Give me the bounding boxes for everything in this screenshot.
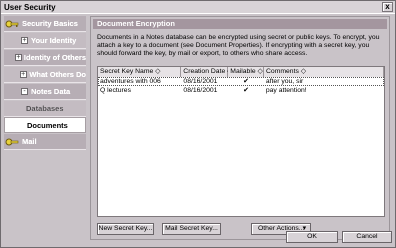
sidebar-item-what-others-do[interactable]: + What Others Do: [4, 67, 86, 83]
panel-description: Documents in a Notes database can be enc…: [97, 34, 380, 57]
panel-title: Document Encryption: [93, 19, 387, 29]
sidebar: Security Basics + Your Identity + Identi…: [4, 16, 86, 244]
column-header-mailable[interactable]: Mailable ◇: [228, 67, 265, 77]
sidebar-item-label: What Others Do: [29, 70, 86, 79]
expand-icon[interactable]: +: [19, 70, 27, 79]
list-header: Secret Key Name ◇ Creation Date ◇ Mailab…: [98, 67, 384, 77]
sidebar-item-label: Notes Data: [31, 87, 71, 96]
sidebar-item-label: Documents: [27, 120, 68, 130]
sidebar-item-identity-of-others[interactable]: + Identity of Others: [4, 50, 86, 66]
sidebar-item-label: Mail: [22, 137, 37, 146]
key-name-cell: adventures with 006: [100, 78, 161, 85]
sidebar-item-label: Databases: [26, 104, 64, 113]
key-name-cell: Q lectures: [100, 87, 131, 94]
sidebar-item-documents[interactable]: Documents: [4, 117, 86, 133]
column-header-secret-key-name[interactable]: Secret Key Name ◇: [98, 67, 182, 77]
mailable-check-icon: ✔: [243, 78, 249, 85]
close-button[interactable]: x: [382, 2, 393, 12]
mail-secret-key-button[interactable]: Mail Secret Key...: [162, 223, 221, 235]
sidebar-item-label: Your Identity: [31, 36, 77, 45]
sidebar-item-your-identity[interactable]: + Your Identity: [4, 33, 86, 49]
window-title: User Security: [4, 3, 56, 12]
sidebar-item-mail[interactable]: Mail: [4, 134, 86, 150]
sidebar-item-notes-data[interactable]: - Notes Data: [4, 84, 86, 100]
mail-key-icon: [4, 134, 20, 150]
collapse-icon[interactable]: -: [20, 87, 29, 96]
column-header-creation-date[interactable]: Creation Date ◇: [181, 67, 232, 77]
document-encryption-panel: Document Encryption Documents in a Notes…: [90, 16, 390, 240]
sidebar-item-label: Security Basics: [22, 19, 78, 28]
expand-icon[interactable]: +: [20, 36, 29, 45]
creation-date-cell: 08/16/2001: [183, 87, 218, 94]
sidebar-item-label: Identity of Others: [23, 53, 86, 62]
expand-icon[interactable]: +: [14, 53, 22, 62]
comments-cell: pay attention!: [265, 87, 307, 94]
secret-keys-list: Secret Key Name ◇ Creation Date ◇ Mailab…: [97, 66, 385, 217]
new-secret-key-button[interactable]: New Secret Key...: [97, 223, 154, 235]
sidebar-item-databases[interactable]: Databases: [4, 101, 86, 117]
cancel-button[interactable]: Cancel: [342, 231, 392, 243]
ok-button[interactable]: OK: [286, 231, 338, 243]
table-row[interactable]: adventures with 006 08/16/2001 ✔ after y…: [98, 77, 384, 86]
mailable-check-icon: ✔: [243, 87, 249, 94]
column-header-comments[interactable]: Comments ◇: [264, 67, 384, 77]
title-bar: User Security x: [1, 1, 395, 14]
table-row[interactable]: Q lectures 08/16/2001 ✔ pay attention!: [98, 86, 384, 95]
comments-cell: after you, sir: [265, 78, 304, 85]
creation-date-cell: 08/16/2001: [183, 78, 218, 85]
key-icon: [4, 16, 20, 32]
sidebar-item-security-basics[interactable]: Security Basics: [4, 16, 86, 32]
user-security-window: User Security x Security Basics + Your I…: [0, 0, 396, 248]
